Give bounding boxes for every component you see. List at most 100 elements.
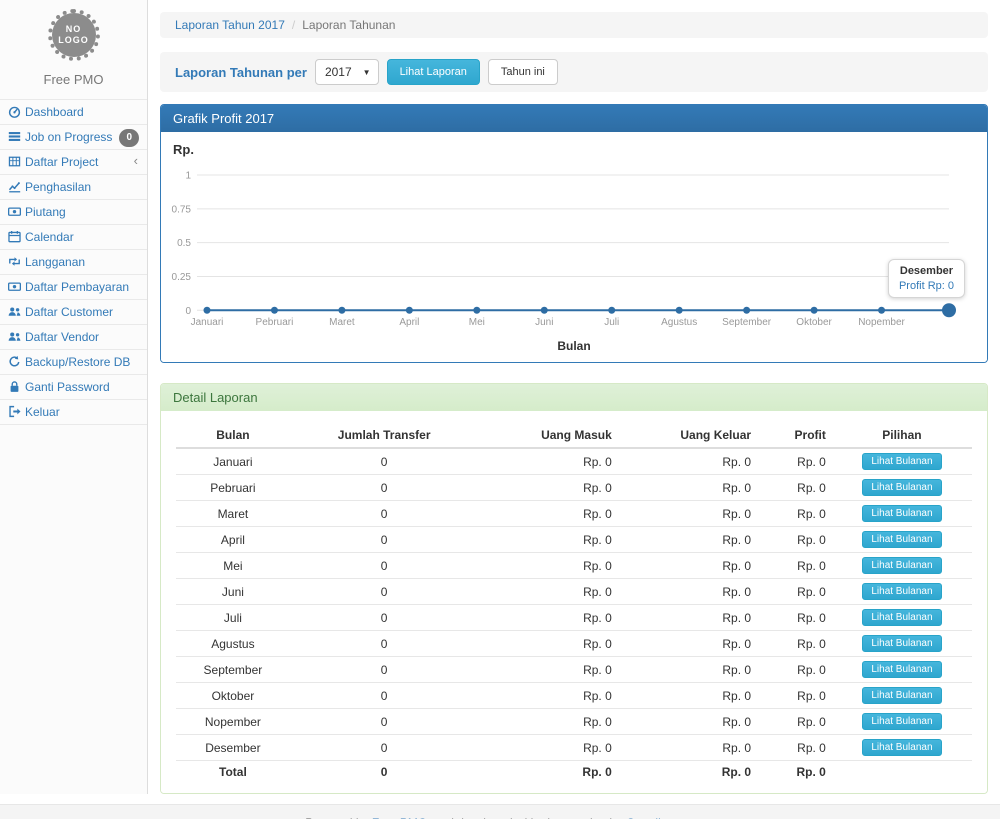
table-row: Juli0Rp. 0Rp. 0Rp. 0Lihat Bulanan (176, 605, 972, 631)
sidebar: NO LOGO Free PMO DashboardJob on Progres… (0, 0, 148, 794)
lihat-bulanan-button[interactable]: Lihat Bulanan (862, 531, 941, 548)
chart-y-axis-label: Rp. (173, 142, 194, 157)
cell-bulan: Mei (176, 553, 290, 579)
sidebar-item-label: Keluar (25, 405, 60, 419)
svg-text:Mei: Mei (469, 317, 485, 328)
cell-bulan: Oktober (176, 683, 290, 709)
lihat-bulanan-button[interactable]: Lihat Bulanan (862, 661, 941, 678)
sidebar-item-label: Piutang (25, 205, 66, 219)
sidebar-item-daftar-customer[interactable]: Daftar Customer (0, 300, 147, 325)
breadcrumb: Laporan Tahun 2017 / Laporan Tahunan (160, 12, 988, 38)
profit-chart-svg: 10.750.50.250JanuariPebruariMaretAprilMe… (161, 162, 987, 334)
sidebar-item-backup-restore-db[interactable]: Backup/Restore DB (0, 350, 147, 375)
sidebar-item-langganan[interactable]: Langganan (0, 250, 147, 275)
sidebar-item-label: Dashboard (25, 105, 84, 119)
cell-profit: Rp. 0 (757, 605, 832, 631)
cell-total-transfer: 0 (290, 761, 479, 784)
svg-text:Pebruari: Pebruari (256, 317, 294, 328)
chart-tooltip: Desember Profit Rp: 0 (888, 259, 965, 298)
lihat-bulanan-button[interactable]: Lihat Bulanan (862, 583, 941, 600)
sidebar-item-keluar[interactable]: Keluar (0, 400, 147, 425)
sidebar-item-piutang[interactable]: Piutang (0, 200, 147, 225)
lihat-bulanan-button[interactable]: Lihat Bulanan (862, 505, 941, 522)
svg-text:Januari: Januari (191, 317, 224, 328)
detail-panel-title: Detail Laporan (161, 384, 987, 411)
cell-uang-keluar: Rp. 0 (618, 475, 757, 501)
cell-profit: Rp. 0 (757, 657, 832, 683)
cell-bulan: September (176, 657, 290, 683)
cell-uang-masuk: Rp. 0 (478, 527, 617, 553)
year-select[interactable]: 2017 ▼ (315, 59, 379, 85)
lihat-bulanan-button[interactable]: Lihat Bulanan (862, 635, 941, 652)
lihat-laporan-button[interactable]: Lihat Laporan (387, 59, 480, 85)
cell-jumlah-transfer: 0 (290, 605, 479, 631)
lock-icon (8, 380, 25, 394)
sidebar-item-daftar-pembayaran[interactable]: Daftar Pembayaran (0, 275, 147, 300)
column-header-pilihan: Pilihan (832, 423, 972, 448)
svg-text:Juni: Juni (535, 317, 553, 328)
cell-profit: Rp. 0 (757, 553, 832, 579)
cell-total-masuk: Rp. 0 (478, 761, 617, 784)
lihat-bulanan-button[interactable]: Lihat Bulanan (862, 739, 941, 756)
svg-text:Oktober: Oktober (796, 317, 832, 328)
lihat-bulanan-button[interactable]: Lihat Bulanan (862, 557, 941, 574)
cell-bulan: Juli (176, 605, 290, 631)
sidebar-item-ganti-password[interactable]: Ganti Password (0, 375, 147, 400)
no-logo-image: NO LOGO (48, 9, 100, 61)
report-table: Bulan Jumlah Transfer Uang Masuk Uang Ke… (176, 423, 972, 783)
breadcrumb-current: Laporan Tahunan (302, 18, 395, 32)
money-icon (8, 280, 25, 294)
svg-text:0.75: 0.75 (172, 204, 192, 215)
sidebar-item-daftar-vendor[interactable]: Daftar Vendor (0, 325, 147, 350)
sidebar-item-job-on-progress[interactable]: Job on Progress0 (0, 125, 147, 150)
table-row: Maret0Rp. 0Rp. 0Rp. 0Lihat Bulanan (176, 501, 972, 527)
cell-jumlah-transfer: 0 (290, 709, 479, 735)
detail-panel-body: Bulan Jumlah Transfer Uang Masuk Uang Ke… (161, 411, 987, 793)
sidebar-item-label: Ganti Password (25, 380, 110, 394)
lihat-bulanan-button[interactable]: Lihat Bulanan (862, 687, 941, 704)
cell-jumlah-transfer: 0 (290, 579, 479, 605)
table-row: Pebruari0Rp. 0Rp. 0Rp. 0Lihat Bulanan (176, 475, 972, 501)
cell-uang-keluar: Rp. 0 (618, 527, 757, 553)
lihat-bulanan-button[interactable]: Lihat Bulanan (862, 453, 941, 470)
cell-uang-masuk: Rp. 0 (478, 657, 617, 683)
sidebar-item-daftar-project[interactable]: Daftar Project‹ (0, 150, 147, 175)
cell-total-profit: Rp. 0 (757, 761, 832, 784)
breadcrumb-separator: / (292, 18, 295, 32)
cell-jumlah-transfer: 0 (290, 735, 479, 761)
cell-uang-keluar: Rp. 0 (618, 501, 757, 527)
cell-jumlah-transfer: 0 (290, 631, 479, 657)
sidebar-item-dashboard[interactable]: Dashboard (0, 100, 147, 125)
cell-profit: Rp. 0 (757, 631, 832, 657)
sign-out-icon (8, 405, 25, 419)
table-row: Juni0Rp. 0Rp. 0Rp. 0Lihat Bulanan (176, 579, 972, 605)
money-icon (8, 205, 25, 219)
cell-uang-masuk: Rp. 0 (478, 475, 617, 501)
sidebar-item-label: Penghasilan (25, 180, 91, 194)
sidebar-item-penghasilan[interactable]: Penghasilan (0, 175, 147, 200)
svg-text:0.25: 0.25 (172, 272, 192, 283)
cell-bulan: April (176, 527, 290, 553)
cell-uang-masuk: Rp. 0 (478, 605, 617, 631)
cell-total-label: Total (176, 761, 290, 784)
lihat-bulanan-button[interactable]: Lihat Bulanan (862, 713, 941, 730)
sidebar-item-label: Langganan (25, 255, 85, 269)
cell-uang-keluar: Rp. 0 (618, 735, 757, 761)
tahun-ini-button[interactable]: Tahun ini (488, 59, 558, 85)
chevron-left-icon: ‹ (134, 154, 138, 168)
main-content: Laporan Tahun 2017 / Laporan Tahunan Lapor… (148, 0, 1000, 794)
cell-uang-keluar: Rp. 0 (618, 683, 757, 709)
cell-uang-keluar: Rp. 0 (618, 553, 757, 579)
cell-uang-keluar: Rp. 0 (618, 579, 757, 605)
lihat-bulanan-button[interactable]: Lihat Bulanan (862, 609, 941, 626)
chevron-down-icon: ▼ (363, 68, 371, 77)
sidebar-item-calendar[interactable]: Calendar (0, 225, 147, 250)
svg-text:Agustus: Agustus (661, 317, 697, 328)
filter-bar: Laporan Tahunan per 2017 ▼ Lihat Laporan… (160, 52, 988, 92)
logo-text-line2: LOGO (58, 35, 89, 46)
cell-uang-masuk: Rp. 0 (478, 448, 617, 475)
cell-bulan: Desember (176, 735, 290, 761)
table-total-row: Total0Rp. 0Rp. 0Rp. 0 (176, 761, 972, 784)
lihat-bulanan-button[interactable]: Lihat Bulanan (862, 479, 941, 496)
breadcrumb-link[interactable]: Laporan Tahun 2017 (175, 18, 285, 32)
